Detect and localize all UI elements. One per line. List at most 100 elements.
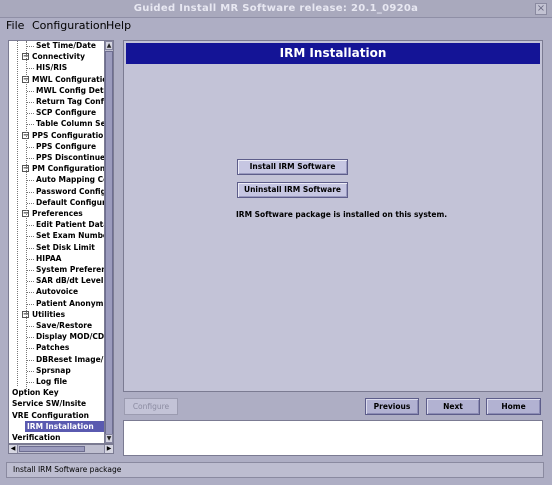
tree-item-label: System Preferences xyxy=(36,265,114,274)
tree-item[interactable]: Patches xyxy=(36,342,69,353)
tree-item-label: MWL Configuration xyxy=(32,74,113,84)
tree-item[interactable]: − MWL Configuration xyxy=(22,74,113,85)
tree-item[interactable]: − PM Configuration xyxy=(22,163,105,174)
tree-item-label: Display MOD/CD-ROM xyxy=(36,332,113,342)
tree-item[interactable]: MWL Config Details xyxy=(36,85,114,96)
tree-item[interactable]: Auto Mapping Config xyxy=(36,174,113,185)
tree-item[interactable]: Option Key xyxy=(12,387,59,398)
tree-item[interactable]: SAR dB/dt Level xyxy=(36,275,103,286)
tree-connector xyxy=(27,236,34,238)
window-title: Guided Install MR Software release: 20.1… xyxy=(133,3,419,14)
tree-item[interactable]: PPS Configure xyxy=(36,141,96,152)
tree-item-label: Table Column Selection xyxy=(36,119,113,129)
tree-item[interactable]: Service SW/Insite xyxy=(12,398,86,409)
tree-connector xyxy=(27,225,34,227)
tree-item-label: PPS Discontinue Reason xyxy=(36,153,113,162)
close-icon[interactable]: × xyxy=(535,3,547,15)
tree-horizontal-scrollbar[interactable]: ◀ ▶ xyxy=(8,444,114,454)
menu-configuration[interactable]: Configuration xyxy=(32,19,107,32)
message-area xyxy=(123,420,543,456)
tree-item[interactable]: Autovoice xyxy=(36,286,78,297)
tree-item[interactable]: PPS Discontinue Reason xyxy=(36,152,113,163)
tree-item[interactable]: Save/Restore xyxy=(36,320,92,331)
horizontal-scrollbar-thumb[interactable] xyxy=(19,446,85,452)
tree-item[interactable]: Log file xyxy=(36,376,67,387)
scroll-left-arrow-icon[interactable]: ◀ xyxy=(9,445,18,453)
tree-item[interactable]: Set Disk Limit xyxy=(36,242,95,253)
tree-item-label: Patient Anonymization xyxy=(36,298,113,308)
tree-item-label: Patches xyxy=(36,343,70,353)
tree-item[interactable]: Verification xyxy=(12,432,60,443)
tree-item-label: DBReset Image/Error xyxy=(36,354,113,364)
tree-item-label: PPS Configure xyxy=(36,141,97,151)
tree-item-label: Set Time/Date xyxy=(36,41,96,50)
tree-item[interactable]: System Preferences xyxy=(36,264,114,275)
tree-connector xyxy=(27,158,34,159)
uninstall-irm-button[interactable]: Uninstall IRM Software xyxy=(237,182,348,198)
next-button[interactable]: Next xyxy=(426,398,480,415)
tree-connector xyxy=(27,191,34,193)
tree-item-label: Utilities xyxy=(32,309,66,319)
tree-connector xyxy=(27,146,34,148)
tree-item[interactable]: − Connectivity xyxy=(22,51,85,62)
tree-item-label: Log file xyxy=(36,377,68,386)
tree-item-label: SCP Configure xyxy=(36,108,97,118)
menubar: File Configuration Help xyxy=(0,18,552,34)
tree-item[interactable]: − Utilities xyxy=(22,309,65,320)
scroll-down-arrow-icon[interactable]: ▼ xyxy=(105,434,113,443)
tree-connector xyxy=(27,247,34,249)
tree-item-label: Verification xyxy=(12,433,61,442)
tree-item[interactable]: Table Column Selection xyxy=(36,118,113,129)
tree-item[interactable]: HIS/RIS xyxy=(36,62,67,73)
tree-item-label: Return Tag Configure xyxy=(36,97,113,106)
tree-item-label: HIS/RIS xyxy=(36,63,68,73)
scrollbar-thumb[interactable] xyxy=(105,51,113,435)
tree-item[interactable]: DBReset Image/Error xyxy=(36,354,113,365)
tree-item[interactable]: Patient Anonymization xyxy=(36,298,113,309)
tree-item[interactable]: Set Exam Number xyxy=(36,230,112,241)
scroll-right-arrow-icon[interactable]: ▶ xyxy=(104,445,113,453)
tree-connector xyxy=(27,303,34,305)
tree-item-label: Sprsnap xyxy=(36,365,71,375)
status-bar: Install IRM Software package xyxy=(6,462,544,478)
tree-connector xyxy=(27,202,34,204)
configure-button[interactable]: Configure xyxy=(124,398,178,415)
tree-item[interactable]: Sprsnap xyxy=(36,365,71,376)
tree-item-label: Set Exam Number xyxy=(36,231,112,241)
tree-item-label: Option Key xyxy=(12,388,59,398)
tree-item[interactable]: Edit Patient Data xyxy=(36,219,108,230)
tree-vertical-scrollbar[interactable]: ▲ ▼ xyxy=(104,40,114,444)
tree-connector xyxy=(27,270,34,271)
tree-guide-line xyxy=(17,41,18,386)
tree-connector xyxy=(27,113,34,115)
previous-button[interactable]: Previous xyxy=(365,398,419,415)
scroll-up-arrow-icon[interactable]: ▲ xyxy=(105,41,113,50)
tree-connector xyxy=(27,281,34,283)
tree-item[interactable]: Password Configure xyxy=(36,186,113,197)
tree-item[interactable]: Set Time/Date xyxy=(36,41,96,51)
tree-item[interactable]: − PPS Configuration xyxy=(22,130,109,141)
menu-file[interactable]: File xyxy=(6,19,24,32)
tree-item[interactable]: Display MOD/CD-ROM xyxy=(36,331,113,342)
navigation-tree: Set Time/Date − Connectivity HIS/RIS − MWL Co… xyxy=(8,40,114,444)
menu-help[interactable]: Help xyxy=(106,19,131,32)
tree-item[interactable]: IRM Installation xyxy=(25,420,113,432)
install-irm-button[interactable]: Install IRM Software xyxy=(237,159,348,175)
tree-item[interactable]: HIPAA xyxy=(36,253,62,264)
tree-item[interactable]: SCP Configure xyxy=(36,107,96,118)
tree-item-label: Preferences xyxy=(32,209,83,218)
tree-item[interactable]: VRE Configuration xyxy=(12,410,89,421)
tree-connector xyxy=(27,370,34,372)
tree-connector xyxy=(27,382,34,383)
tree-item-label: PM Configuration xyxy=(32,164,106,174)
page-title: IRM Installation xyxy=(126,43,540,64)
home-button[interactable]: Home xyxy=(486,398,541,415)
tree-item-label: MWL Config Details xyxy=(36,85,114,95)
tree-connector xyxy=(27,124,34,126)
tree-item[interactable]: − Preferences xyxy=(22,208,83,219)
tree-item-label: Auto Mapping Config xyxy=(36,175,113,185)
tree-item[interactable]: Default Configuration xyxy=(36,197,113,208)
window-titlebar: Guided Install MR Software release: 20.1… xyxy=(0,0,552,18)
tree-item-label: SAR dB/dt Level xyxy=(36,276,104,286)
tree-item[interactable]: Return Tag Configure xyxy=(36,96,113,107)
